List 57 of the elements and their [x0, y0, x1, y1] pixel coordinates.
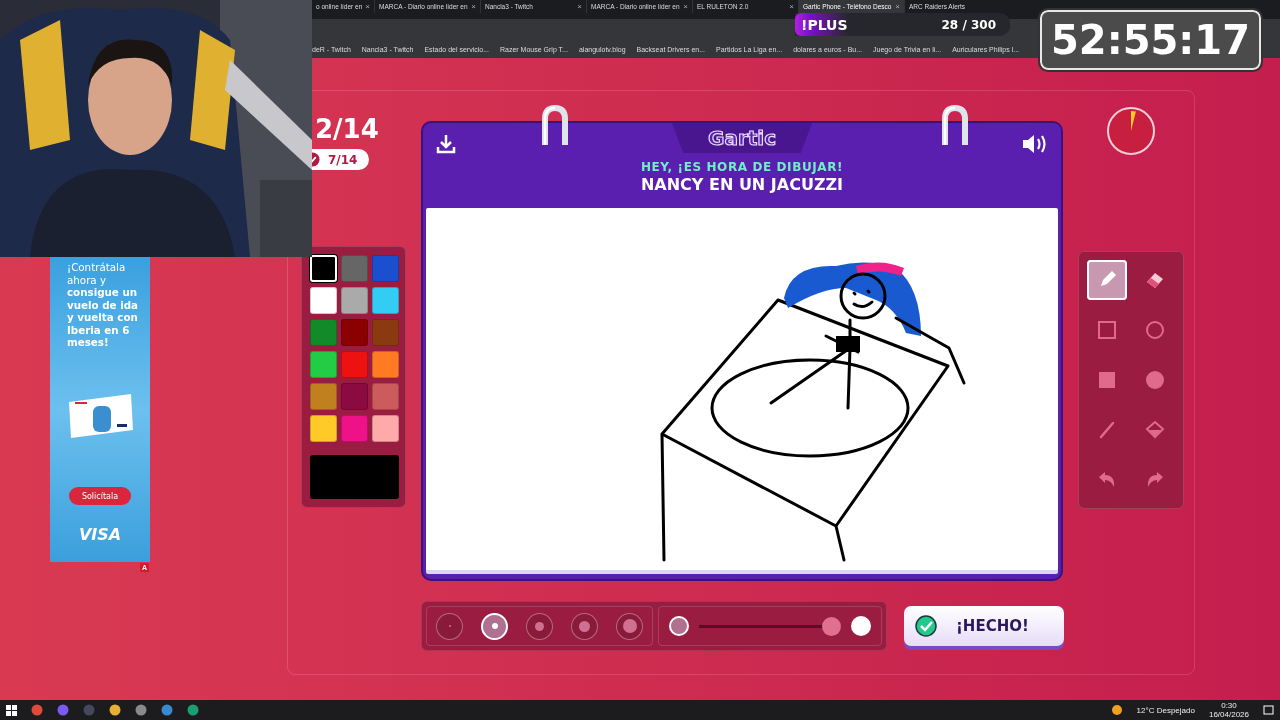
app-icon[interactable] [31, 704, 43, 716]
color-swatch[interactable] [372, 383, 399, 410]
color-swatch[interactable] [310, 383, 337, 410]
color-swatch[interactable] [341, 415, 368, 442]
color-swatch[interactable] [310, 287, 337, 314]
color-swatch[interactable] [341, 319, 368, 346]
close-icon[interactable]: × [577, 2, 582, 11]
low-opacity-swatch [669, 616, 689, 636]
square-icon [1095, 318, 1119, 342]
slider-thumb[interactable] [822, 616, 841, 636]
weather-text: 12°C Despejado [1136, 705, 1195, 715]
close-icon[interactable]: × [365, 2, 370, 11]
game-logo: Gartic [672, 123, 812, 153]
stream-timer: 52:55:17 [1040, 10, 1261, 70]
clock-date: 16/04/2026 [1208, 710, 1249, 719]
app-icon[interactable] [161, 704, 173, 716]
close-icon[interactable]: × [471, 2, 476, 11]
apply-button[interactable]: Solicítala [69, 487, 131, 505]
close-icon[interactable]: × [789, 2, 794, 11]
brush-size-button[interactable] [481, 612, 508, 640]
download-icon[interactable] [435, 133, 457, 155]
drawing-prompt: NANCY EN UN JACUZZI [640, 175, 844, 194]
color-swatch[interactable] [341, 255, 368, 282]
color-swatch[interactable] [310, 319, 337, 346]
speaker-icon[interactable] [1021, 133, 1049, 155]
app-icon[interactable] [135, 704, 147, 716]
app-icon[interactable] [187, 704, 199, 716]
check-icon [914, 614, 938, 638]
color-swatch[interactable] [341, 383, 368, 410]
windows-icon[interactable] [6, 704, 17, 716]
full-opacity-swatch [851, 616, 871, 636]
clock-time: 0:30 [1221, 701, 1237, 710]
color-swatch[interactable] [310, 415, 337, 442]
app-icon[interactable] [109, 704, 121, 716]
tool-button[interactable] [1087, 260, 1127, 300]
weather-icon [1110, 704, 1123, 716]
color-swatch[interactable] [372, 287, 399, 314]
prompt-label: HEY, ¡ES HORA DE DIBUJAR! [640, 160, 844, 174]
brand-logo: VISA [77, 525, 123, 544]
color-swatch[interactable] [341, 351, 368, 378]
color-swatch[interactable] [372, 319, 399, 346]
circle-icon [1143, 318, 1167, 342]
goal-count: 28 / 300 [941, 17, 996, 32]
timer-icon [1106, 106, 1156, 156]
close-icon[interactable]: × [895, 2, 900, 11]
notification-icon[interactable] [1263, 704, 1274, 716]
round-counter: 2/14 [314, 113, 379, 145]
color-swatch[interactable] [372, 351, 399, 378]
color-swatch[interactable] [372, 255, 399, 282]
app-icon[interactable] [57, 704, 69, 716]
filled-circle-icon [1143, 368, 1167, 392]
color-swatch[interactable] [310, 351, 337, 378]
color-swatch[interactable] [341, 287, 368, 314]
color-swatch[interactable] [372, 415, 399, 442]
close-icon[interactable]: × [683, 2, 688, 11]
ad-banner[interactable]: ¡Contrátala ahora y consigue un vuelo de ida y vuelta con Iberia en 6 meses! Solicítala VISA [50, 257, 150, 562]
ad-text: ¡Contrátala ahora y consigue un vuelo de ida y vuelta con Iberia en 6 meses! [67, 261, 139, 349]
